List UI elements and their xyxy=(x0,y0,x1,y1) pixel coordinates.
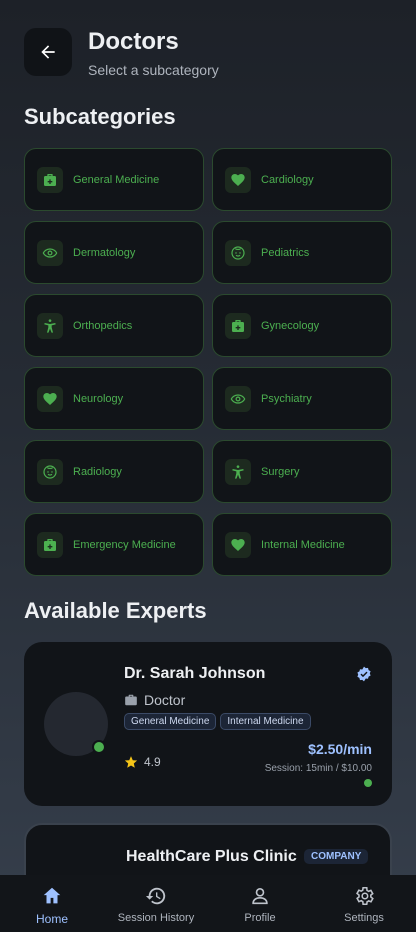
specialty-tag: General Medicine xyxy=(124,713,217,730)
nav-settings[interactable]: Settings xyxy=(312,875,416,932)
session-price: Session: 15min / $10.00 xyxy=(264,763,372,774)
subcategory-label: Psychiatry xyxy=(261,392,312,405)
child-face-icon xyxy=(225,239,251,266)
medical-bag-icon xyxy=(225,312,251,339)
expert-name: Dr. Sarah Johnson xyxy=(124,665,266,682)
nav-session-history[interactable]: Session History xyxy=(104,875,208,932)
star-icon xyxy=(124,756,138,768)
specialty-tag: Internal Medicine xyxy=(220,713,311,730)
medical-bag-icon xyxy=(37,531,63,558)
eye-icon xyxy=(225,385,251,412)
nav-home[interactable]: Home xyxy=(0,875,104,932)
nav-label: Home xyxy=(35,912,68,926)
page-title: Doctors xyxy=(88,28,179,55)
arrow-back-icon xyxy=(41,45,55,59)
home-icon xyxy=(43,887,61,904)
person-icon xyxy=(252,888,268,905)
subcategories-heading: Subcategories xyxy=(24,104,176,129)
subcategory-label: Orthopedics xyxy=(73,319,133,332)
heart-icon xyxy=(225,531,251,558)
subcategory-pediatrics[interactable]: Pediatrics xyxy=(212,221,392,284)
medical-bag-icon xyxy=(37,166,63,193)
subcategory-label: Internal Medicine xyxy=(261,538,345,551)
subcategory-label: Pediatrics xyxy=(261,246,310,259)
subcategory-cardiology[interactable]: Cardiology xyxy=(212,148,392,211)
company-badge: COMPANY xyxy=(304,849,369,864)
nav-label: Settings xyxy=(344,912,384,924)
nav-label: Session History xyxy=(117,912,195,924)
expert-role: Doctor xyxy=(124,692,185,708)
rating-value: 4.9 xyxy=(144,755,161,769)
subcategory-label: Cardiology xyxy=(261,173,314,186)
expert-card[interactable]: Dr. Sarah Johnson Doctor General Medicin… xyxy=(24,642,392,806)
heart-icon xyxy=(225,166,251,193)
specialty-tags: General Medicine Internal Medicine xyxy=(124,713,311,730)
subcategory-emergency-medicine[interactable]: Emergency Medicine xyxy=(24,513,204,576)
history-icon xyxy=(145,887,166,905)
subcategory-grid: General Medicine Cardiology Dermatology Ped… xyxy=(24,148,392,576)
child-face-icon xyxy=(37,458,63,485)
heart-icon xyxy=(37,385,63,412)
subcategory-orthopedics[interactable]: Orthopedics xyxy=(24,294,204,357)
page-subtitle: Select a subcategory xyxy=(88,62,219,78)
accessibility-icon xyxy=(225,458,251,485)
role-label: Doctor xyxy=(144,692,186,708)
back-button[interactable] xyxy=(24,28,72,76)
subcategory-gynecology[interactable]: Gynecology xyxy=(212,294,392,357)
subcategory-label: Neurology xyxy=(73,392,124,405)
subcategory-label: Emergency Medicine xyxy=(73,538,176,551)
subcategory-general-medicine[interactable]: General Medicine xyxy=(24,148,204,211)
rating: 4.9 xyxy=(124,755,161,769)
availability-dot xyxy=(364,779,372,787)
expert-name: HealthCare Plus Clinic xyxy=(126,848,297,865)
nav-profile[interactable]: Profile xyxy=(208,875,312,932)
online-status-dot xyxy=(92,740,106,754)
header: Doctors Select a subcategory xyxy=(24,28,392,78)
subcategory-surgery[interactable]: Surgery xyxy=(212,440,392,503)
nav-label: Profile xyxy=(244,912,276,924)
eye-icon xyxy=(37,239,63,266)
subcategory-label: General Medicine xyxy=(73,173,160,186)
subcategory-label: Gynecology xyxy=(261,319,320,332)
subcategory-dermatology[interactable]: Dermatology xyxy=(24,221,204,284)
verified-badge-icon xyxy=(357,666,371,682)
bottom-navigation: Home Session History Profile Settings xyxy=(0,875,416,932)
subcategory-radiology[interactable]: Radiology xyxy=(24,440,204,503)
subcategory-label: Radiology xyxy=(73,465,122,478)
subcategory-internal-medicine[interactable]: Internal Medicine xyxy=(212,513,392,576)
price-per-minute: $2.50/min xyxy=(308,741,372,757)
subcategory-neurology[interactable]: Neurology xyxy=(24,367,204,430)
subcategory-psychiatry[interactable]: Psychiatry xyxy=(212,367,392,430)
subcategory-label: Dermatology xyxy=(73,246,136,259)
briefcase-icon xyxy=(125,694,137,706)
subcategory-label: Surgery xyxy=(261,465,300,478)
accessibility-icon xyxy=(37,312,63,339)
experts-heading: Available Experts xyxy=(24,598,207,623)
gear-icon xyxy=(356,886,374,906)
